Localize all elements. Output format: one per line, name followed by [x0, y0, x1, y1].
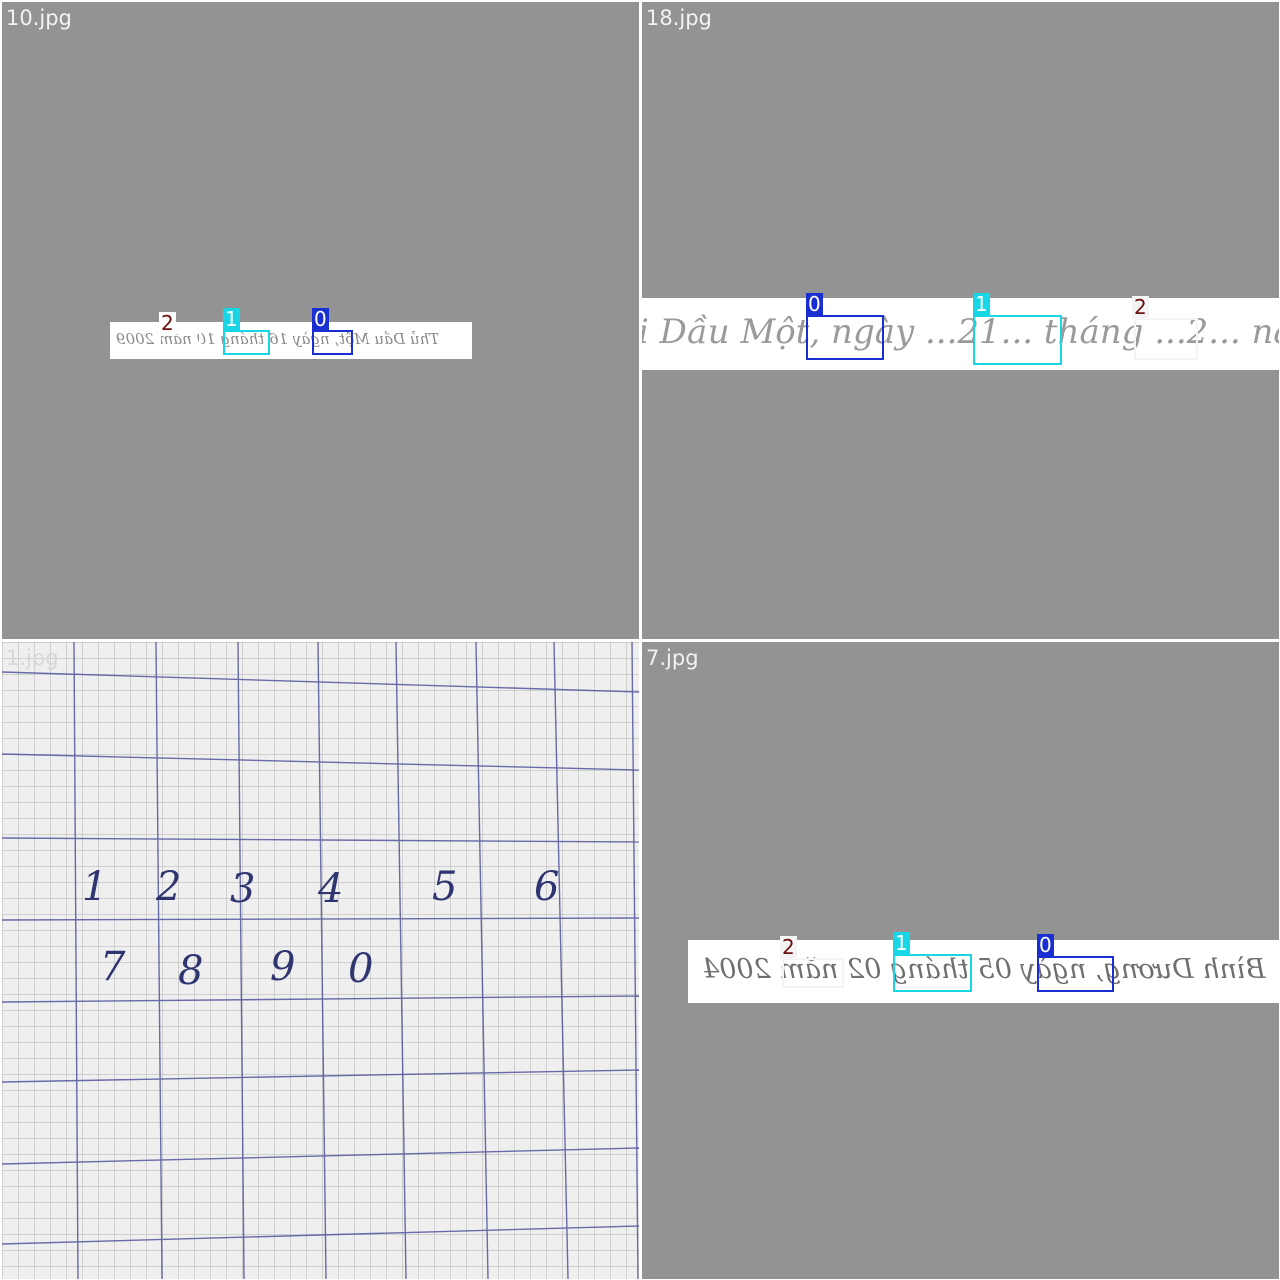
handwritten-digit: 6 [534, 864, 560, 910]
handwritten-digit: 0 [348, 946, 374, 992]
handwritten-digit: 8 [178, 948, 204, 994]
detection-box-class-0[interactable] [1037, 956, 1114, 992]
detection-box-class-0[interactable] [806, 315, 884, 360]
detection-label-class-1: 1 [973, 292, 990, 316]
grid-lines [2, 642, 639, 1279]
detection-label-class-0: 0 [312, 307, 329, 331]
handwritten-digit: 7 [100, 944, 126, 990]
handwritten-digit: 1 [82, 864, 108, 910]
handwritten-digit: 4 [318, 866, 344, 912]
tile-7-jpg[interactable]: 7.jpg Bình Dương, ngày 05 tháng 02 năm 2… [642, 642, 1279, 1279]
detection-label-class-2: 2 [159, 311, 176, 335]
detection-label-class-1: 1 [893, 931, 910, 955]
detection-label-class-2: 2 [780, 935, 797, 959]
detection-box-class-2[interactable] [159, 332, 201, 356]
tile-18-jpg[interactable]: 18.jpg i Dầu Một, ngày ...21... tháng ..… [642, 2, 1279, 639]
detection-box-class-2[interactable] [782, 958, 844, 988]
handwritten-digit: 3 [230, 866, 256, 912]
tile-10-jpg[interactable]: 10.jpg Thủ Dầu Một, ngày 16 tháng 10 năm… [2, 2, 639, 639]
detection-box-class-2[interactable] [1134, 318, 1198, 360]
detection-box-class-1[interactable] [973, 315, 1062, 365]
text-strip: Bình Dương, ngày 05 tháng 02 năm 2004 [688, 940, 1279, 1003]
detection-label-class-2: 2 [1132, 295, 1149, 319]
detection-box-class-1[interactable] [893, 954, 972, 992]
handwritten-digit: 9 [270, 944, 296, 990]
handwritten-digit: 5 [432, 864, 458, 910]
tile-filename: 18.jpg [646, 6, 712, 30]
handwritten-digit: 2 [156, 864, 182, 910]
graph-paper-photo [2, 642, 639, 1279]
detection-label-class-1: 1 [223, 307, 240, 331]
detection-label-class-0: 0 [1037, 933, 1054, 957]
detection-box-class-1[interactable] [223, 330, 270, 355]
detection-label-class-0: 0 [806, 292, 823, 316]
tile-1-jpg[interactable]: 1.jpg 1 2 3 4 5 6 7 8 9 0 [2, 642, 639, 1279]
tile-filename: 1.jpg [6, 646, 59, 670]
tile-filename: 10.jpg [6, 6, 72, 30]
tile-filename: 7.jpg [646, 646, 699, 670]
detection-box-class-0[interactable] [312, 330, 353, 355]
mosaic-grid: 10.jpg Thủ Dầu Một, ngày 16 tháng 10 năm… [0, 0, 1280, 1280]
